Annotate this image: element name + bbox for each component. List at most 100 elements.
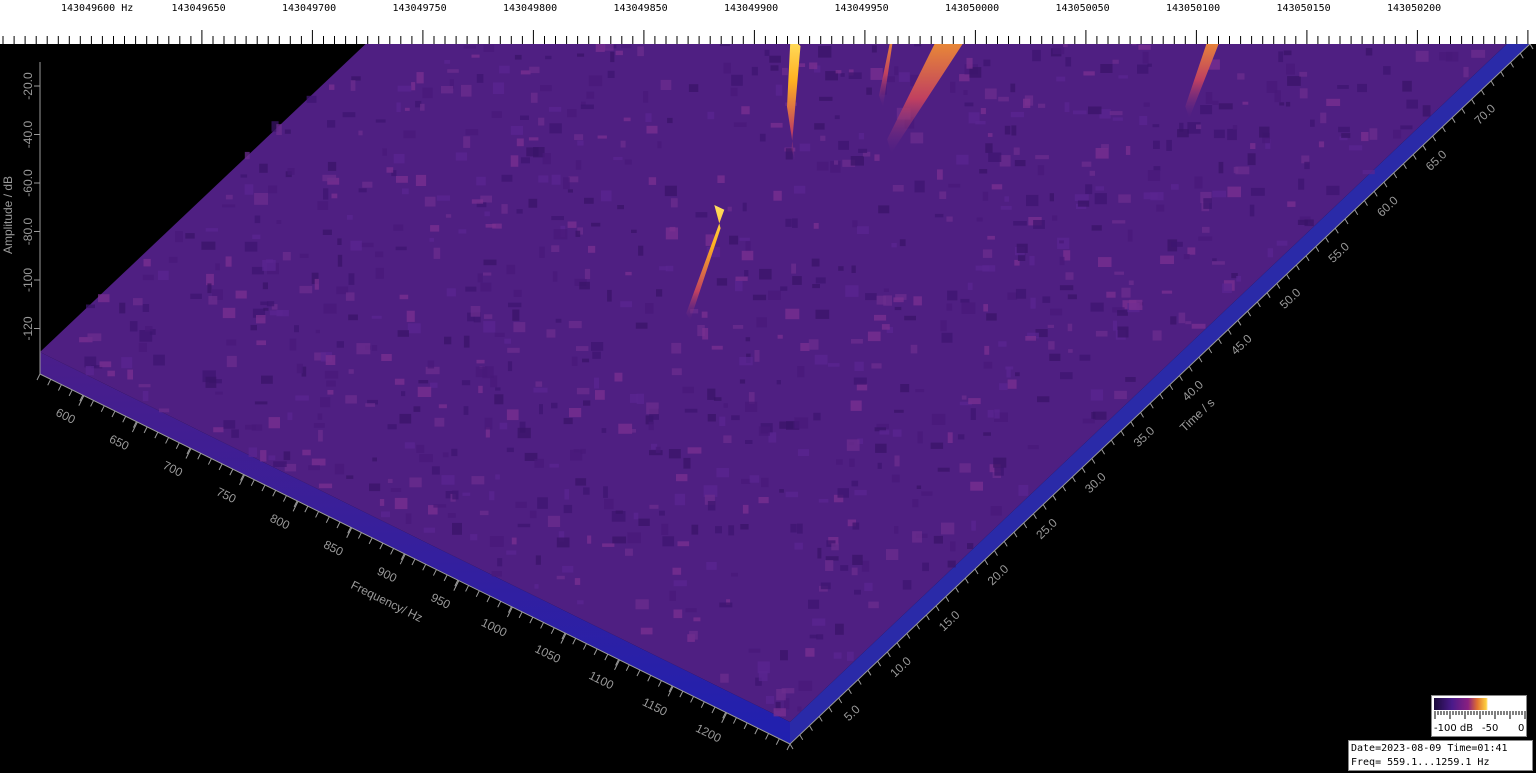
noise-speckle: [648, 421, 654, 431]
noise-speckle: [1114, 390, 1127, 400]
noise-speckle: [1091, 225, 1102, 231]
noise-speckle: [1299, 88, 1308, 99]
noise-speckle: [447, 513, 456, 518]
noise-speckle: [1152, 124, 1160, 128]
noise-speckle: [970, 481, 983, 491]
noise-speckle: [476, 359, 485, 364]
noise-speckle: [223, 420, 236, 429]
frequency-minor-tick: [229, 468, 234, 476]
noise-speckle: [254, 215, 261, 224]
noise-speckle: [618, 423, 633, 434]
noise-speckle: [567, 189, 573, 193]
noise-speckle: [892, 429, 902, 437]
noise-speckle: [849, 458, 855, 467]
noise-speckle: [322, 174, 337, 182]
noise-speckle: [99, 361, 112, 368]
noise-speckle: [98, 294, 110, 303]
noise-speckle: [731, 415, 740, 421]
noise-speckle: [858, 133, 865, 140]
noise-speckle: [921, 491, 933, 496]
noise-speckle: [1059, 256, 1065, 266]
noise-speckle: [320, 397, 331, 408]
noise-speckle: [707, 111, 715, 120]
noise-speckle: [463, 136, 471, 148]
noise-speckle: [87, 333, 102, 342]
noise-speckle: [417, 386, 432, 397]
noise-speckle: [568, 176, 579, 183]
noise-speckle: [1276, 240, 1288, 246]
noise-speckle: [483, 321, 496, 333]
time-minor-tick: [1130, 421, 1135, 427]
noise-speckle: [818, 498, 829, 503]
noise-speckle: [471, 476, 485, 485]
frequency-minor-tick: [90, 400, 95, 407]
noise-speckle: [534, 44, 548, 45]
noise-speckle: [854, 589, 861, 595]
noise-speckle: [865, 293, 877, 301]
noise-speckle: [538, 175, 549, 183]
noise-speckle: [988, 152, 1002, 162]
noise-speckle: [964, 102, 974, 107]
frequency-minor-tick: [154, 431, 159, 439]
noise-speckle: [1171, 241, 1183, 247]
frequency-tick-label: 700: [161, 458, 185, 480]
noise-speckle: [825, 556, 839, 561]
noise-speckle: [577, 600, 584, 605]
amplitude-tick-label: -40.0: [21, 121, 35, 149]
noise-speckle: [1014, 160, 1026, 167]
noise-speckle: [342, 112, 356, 118]
noise-speckle: [1000, 205, 1012, 210]
noise-speckle: [1287, 201, 1296, 207]
time-minor-tick: [994, 550, 998, 556]
noise-speckle: [1106, 291, 1116, 298]
noise-speckle: [780, 650, 788, 661]
noise-speckle: [797, 366, 805, 378]
noise-speckle: [577, 53, 585, 57]
noise-speckle: [868, 601, 879, 609]
noise-speckle: [513, 322, 526, 333]
noise-speckle: [231, 429, 239, 438]
spectrogram-surface: [40, 44, 1530, 744]
noise-speckle: [1212, 261, 1225, 265]
noise-speckle: [745, 440, 753, 444]
noise-speckle: [1098, 257, 1112, 267]
noise-speckle: [685, 608, 697, 613]
legend-min-label: -100 dB: [1434, 723, 1474, 734]
noise-speckle: [403, 130, 416, 139]
frequency-minor-tick: [261, 484, 266, 492]
noise-speckle: [289, 338, 297, 351]
noise-speckle: [492, 82, 505, 94]
noise-speckle: [529, 66, 540, 74]
noise-speckle: [741, 478, 751, 484]
noise-speckle: [1059, 285, 1074, 291]
noise-speckle: [362, 181, 373, 188]
noise-speckle: [940, 320, 947, 332]
noise-speckle: [1037, 165, 1045, 176]
noise-speckle: [250, 324, 257, 331]
frequency-minor-tick: [443, 574, 448, 582]
noise-speckle: [507, 361, 513, 372]
noise-speckle: [591, 222, 601, 227]
noise-speckle: [980, 108, 986, 115]
frequency-tick-label: 650: [107, 432, 131, 454]
noise-speckle: [620, 301, 632, 308]
noise-speckle: [646, 402, 659, 415]
noise-speckle: [299, 253, 309, 258]
noise-speckle: [758, 670, 768, 682]
noise-speckle: [420, 103, 425, 111]
noise-speckle: [1079, 354, 1091, 361]
noise-speckle: [947, 290, 958, 301]
noise-speckle: [735, 280, 743, 292]
noise-speckle: [983, 304, 988, 312]
noise-speckle: [1013, 147, 1020, 155]
time-minor-tick: [886, 651, 891, 658]
noise-speckle: [567, 221, 577, 228]
noise-speckle: [1298, 178, 1305, 190]
noise-speckle: [999, 155, 1011, 167]
noise-speckle: [520, 115, 529, 120]
frequency-minor-tick: [197, 453, 202, 460]
noise-speckle: [982, 191, 989, 201]
frequency-tick-label: 1000: [479, 615, 509, 640]
noise-speckle: [323, 303, 337, 314]
time-minor-tick: [1237, 320, 1242, 326]
